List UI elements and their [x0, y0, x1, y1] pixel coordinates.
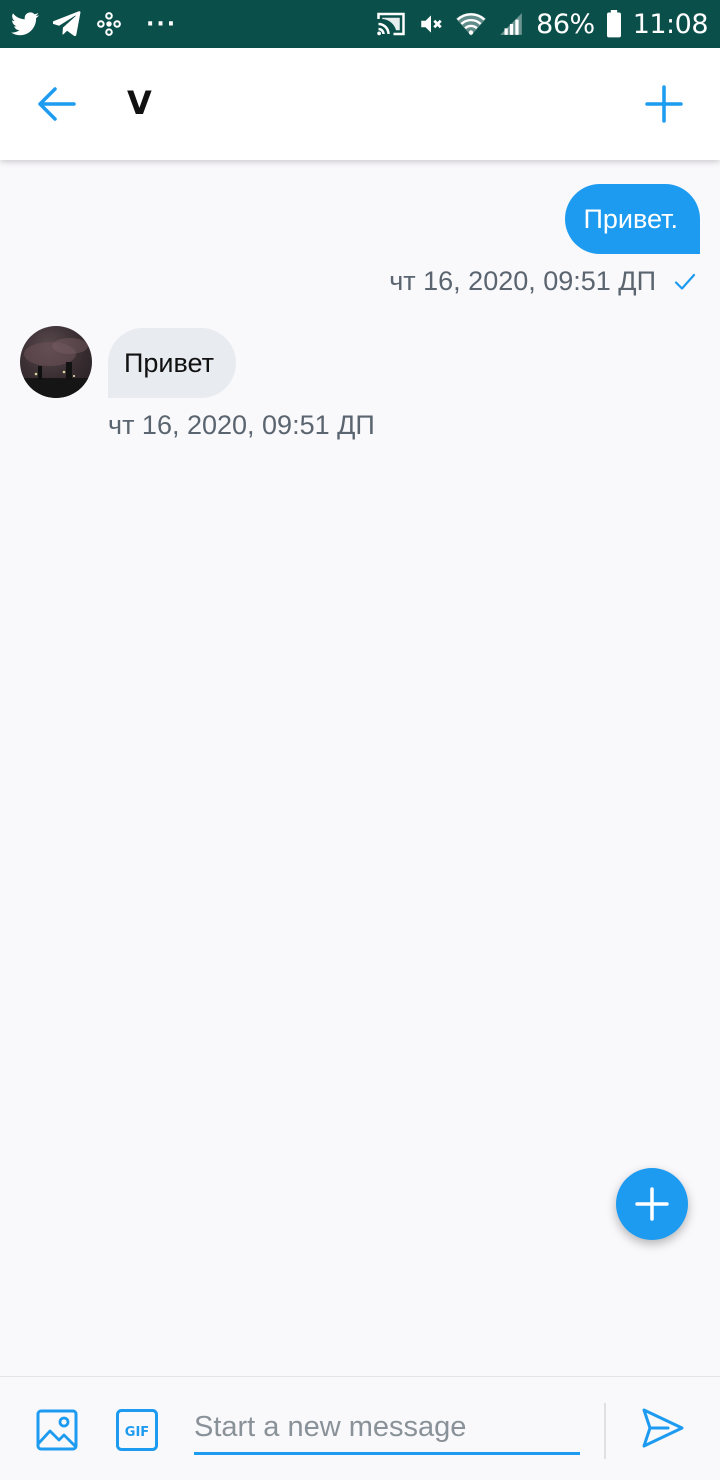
outgoing-message-bubble[interactable]: Привет.: [565, 184, 700, 254]
telegram-icon: [52, 9, 82, 39]
message-input[interactable]: [194, 1403, 580, 1455]
battery-icon: [605, 9, 623, 39]
battery-percent: 86%: [536, 8, 595, 40]
conversation-header: V: [0, 48, 720, 160]
status-left: ···: [10, 9, 177, 39]
incoming-message-bubble[interactable]: Привет: [108, 328, 237, 398]
more-notifications-indicator: ···: [146, 11, 178, 37]
add-gif-button[interactable]: GIF: [115, 1408, 159, 1452]
compose-bar: GIF: [0, 1376, 720, 1480]
new-message-fab[interactable]: [616, 1168, 688, 1240]
signal-icon: [496, 9, 526, 39]
status-right: 86% 11:08: [376, 8, 709, 40]
incoming-message-timestamp: чт 16, 2020, 09:51 ДП: [108, 410, 375, 440]
gif-label: GIF: [125, 1425, 149, 1440]
plus-icon: [645, 85, 683, 123]
arrow-left-icon: [38, 87, 76, 121]
send-icon: [642, 1408, 684, 1448]
clock: 11:08: [632, 8, 709, 40]
back-button[interactable]: [30, 78, 82, 130]
status-bar: ··· 86% 11:08: [0, 0, 720, 48]
read-check-icon: [674, 273, 696, 290]
avatar-photo: [20, 338, 92, 398]
twitter-icon: [10, 9, 40, 39]
wifi-icon: [456, 9, 487, 39]
conversation-title: V: [127, 84, 152, 122]
image-icon: [36, 1409, 78, 1451]
message-text: Привет.: [583, 203, 678, 234]
message-text: Привет: [124, 347, 215, 378]
message-timestamp: чт 16, 2020, 09:51 ДП: [389, 266, 656, 296]
compose-divider: [604, 1403, 606, 1459]
outgoing-message-meta: чт 16, 2020, 09:51 ДП: [389, 266, 696, 297]
plus-icon: [635, 1187, 669, 1221]
gif-icon: GIF: [116, 1409, 158, 1451]
fan-icon: [94, 9, 124, 39]
cast-icon: [376, 9, 406, 39]
add-photo-button[interactable]: [35, 1408, 79, 1452]
send-button[interactable]: [640, 1405, 686, 1451]
mute-icon: [416, 9, 446, 39]
add-participant-button[interactable]: [638, 78, 690, 130]
avatar[interactable]: [20, 326, 92, 398]
